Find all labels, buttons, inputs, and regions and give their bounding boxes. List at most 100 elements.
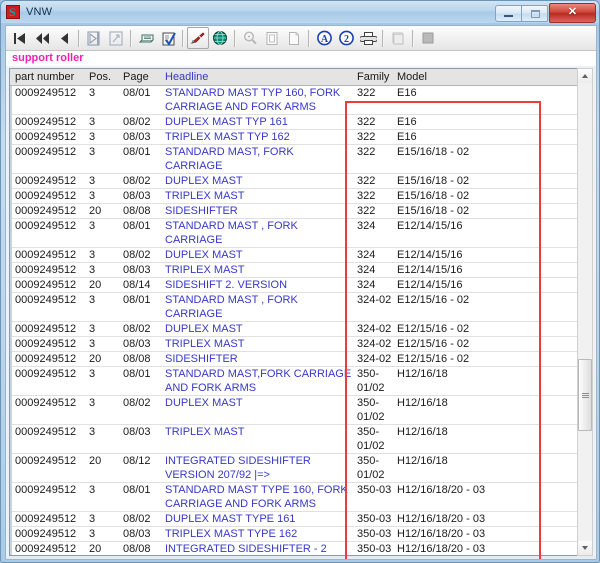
table-row[interactable]: 0009249512308/01STANDARD MAST , FORK CAR… bbox=[10, 219, 592, 248]
column-header-part-number[interactable]: part number bbox=[10, 69, 84, 85]
table-row[interactable]: 00092495122008/08INTEGRATED SIDESHIFTER … bbox=[10, 542, 592, 555]
table-row[interactable]: 00092495122008/12INTEGRATED SIDESHIFTERV… bbox=[10, 454, 592, 483]
table-row[interactable]: 0009249512308/01STANDARD MAST TYPE 160, … bbox=[10, 483, 592, 512]
table-row[interactable]: 0009249512308/01STANDARD MAST TYP 160, F… bbox=[10, 86, 592, 115]
globe-icon[interactable] bbox=[209, 27, 231, 49]
column-header-model[interactable]: Model bbox=[392, 69, 544, 85]
column-header-page[interactable]: Page bbox=[118, 69, 160, 85]
table-row[interactable]: 0009249512308/01STANDARD MAST , FORK CAR… bbox=[10, 293, 592, 322]
table-row[interactable]: 0009249512308/02DUPLEX MAST350-01/02H12/… bbox=[10, 396, 592, 425]
table-row[interactable]: 0009249512308/02DUPLEX MAST322E15/16/18 … bbox=[10, 174, 592, 189]
table-row[interactable]: 0009249512308/02DUPLEX MAST324E12/14/15/… bbox=[10, 248, 592, 263]
previous-record-icon[interactable] bbox=[53, 27, 75, 49]
cell-family-line1: 322 bbox=[357, 175, 392, 188]
scrollbar-thumb[interactable] bbox=[578, 359, 592, 431]
table-row[interactable]: 0009249512308/03TRIPLEX MAST TYP 162322E… bbox=[10, 130, 592, 145]
book-icon[interactable] bbox=[387, 27, 409, 49]
cell-family-line1: 324 bbox=[357, 220, 392, 234]
table-row[interactable]: 0009249512308/03TRIPLEX MAST322E15/16/18… bbox=[10, 189, 592, 204]
cell-model-line1: E15/16/18 - 02 bbox=[397, 146, 544, 160]
cell-family: 322 bbox=[352, 189, 392, 203]
table-row[interactable]: 0009249512308/01STANDARD MAST, FORK CARR… bbox=[10, 145, 592, 174]
maximize-button[interactable] bbox=[521, 5, 548, 22]
cell-model-line1: E15/16/18 - 02 bbox=[397, 190, 544, 203]
table-row[interactable]: 0009249512308/03TRIPLEX MAST TYPE 162350… bbox=[10, 527, 592, 542]
checklist-icon[interactable] bbox=[157, 27, 179, 49]
table-row[interactable]: 00092495122008/08SIDESHIFTER324-02E12/15… bbox=[10, 352, 592, 367]
cell-part-number-line1: 0009249512 bbox=[15, 131, 84, 144]
table-row[interactable]: 0009249512308/02DUPLEX MAST324-02E12/15/… bbox=[10, 322, 592, 337]
cell-part-number-line1: 0009249512 bbox=[15, 368, 84, 382]
cell-family: 350-01/02 bbox=[352, 396, 392, 424]
cell-pos-line1: 3 bbox=[89, 131, 118, 144]
cell-model: E15/16/18 - 02 bbox=[392, 145, 544, 173]
cell-model-line1: E16 bbox=[397, 116, 544, 129]
cell-pos-line1: 20 bbox=[89, 353, 118, 366]
scroll-down-button[interactable] bbox=[578, 541, 592, 555]
table-row[interactable]: 0009249512308/01STANDARD MAST,FORK CARRI… bbox=[10, 367, 592, 396]
cell-headline-line1: TRIPLEX MAST TYP 162 bbox=[165, 131, 352, 144]
cell-part-number-line1: 0009249512 bbox=[15, 294, 84, 308]
cell-headline: SIDESHIFTER bbox=[160, 204, 352, 218]
first-record-icon[interactable] bbox=[9, 27, 31, 49]
cell-model: H12/16/18/20 - 03 bbox=[392, 483, 544, 511]
svg-text:2: 2 bbox=[344, 34, 349, 45]
cell-page-line1: 08/01 bbox=[123, 146, 160, 160]
cell-part-number-line1: 0009249512 bbox=[15, 175, 84, 188]
cell-headline-line1: TRIPLEX MAST TYPE 162 bbox=[165, 528, 352, 541]
column-header-headline[interactable]: Headline bbox=[160, 69, 352, 85]
last-record-icon[interactable] bbox=[105, 27, 127, 49]
print-icon[interactable] bbox=[357, 27, 379, 49]
zoom-icon[interactable] bbox=[239, 27, 261, 49]
close-button[interactable] bbox=[549, 3, 596, 23]
bookmark-icon[interactable] bbox=[187, 27, 209, 49]
cell-family-line2: 01/02 bbox=[357, 382, 392, 395]
annotate-2-icon[interactable]: 2 bbox=[335, 27, 357, 49]
cell-pos-line1: 20 bbox=[89, 205, 118, 218]
grid-body[interactable]: 0009249512308/01STANDARD MAST TYP 160, F… bbox=[10, 86, 592, 555]
cell-model: E16 bbox=[392, 86, 544, 114]
column-header-family[interactable]: Family bbox=[352, 69, 392, 85]
vertical-scrollbar[interactable] bbox=[577, 68, 593, 556]
table-row[interactable]: 0009249512308/03TRIPLEX MAST350-01/02H12… bbox=[10, 425, 592, 454]
cell-pos: 3 bbox=[84, 219, 118, 247]
stop-icon[interactable] bbox=[417, 27, 439, 49]
table-row[interactable]: 00092495122008/14SIDESHIFT 2. VERSION324… bbox=[10, 278, 592, 293]
cell-part-number-line1: 0009249512 bbox=[15, 528, 84, 541]
column-header-pos[interactable]: Pos. bbox=[84, 69, 118, 85]
scroll-up-button[interactable] bbox=[578, 69, 592, 83]
minimize-button[interactable] bbox=[495, 5, 522, 22]
table-row[interactable]: 0009249512308/03TRIPLEX MAST324E12/14/15… bbox=[10, 263, 592, 278]
table-row[interactable]: 0009249512308/02DUPLEX MAST TYPE 161350-… bbox=[10, 512, 592, 527]
cell-page: 08/01 bbox=[118, 367, 160, 395]
annotate-a-icon[interactable]: A bbox=[313, 27, 335, 49]
cell-part-number-line1: 0009249512 bbox=[15, 455, 84, 469]
next-record-icon[interactable] bbox=[83, 27, 105, 49]
cell-model: H12/16/18/20 - 03 bbox=[392, 542, 544, 555]
table-row[interactable]: 0009249512308/03TRIPLEX MAST324-02E12/15… bbox=[10, 337, 592, 352]
new-page-icon[interactable] bbox=[283, 27, 305, 49]
cell-part-number: 0009249512 bbox=[10, 293, 84, 321]
list-view-icon[interactable] bbox=[135, 27, 157, 49]
cell-model-line1: E15/16/18 - 02 bbox=[397, 205, 544, 218]
cell-pos: 3 bbox=[84, 396, 118, 424]
cell-headline: STANDARD MAST,FORK CARRIAGEAND FORK ARMS bbox=[160, 367, 352, 395]
cell-family: 324 bbox=[352, 278, 392, 292]
cell-model-line1: H12/16/18 bbox=[397, 426, 544, 440]
table-row[interactable]: 00092495122008/08SIDESHIFTER322E15/16/18… bbox=[10, 204, 592, 219]
cell-pos-line1: 3 bbox=[89, 146, 118, 160]
fast-rewind-icon[interactable] bbox=[31, 27, 53, 49]
cell-family: 324-02 bbox=[352, 352, 392, 366]
copy-page-icon[interactable] bbox=[261, 27, 283, 49]
cell-headline: DUPLEX MAST bbox=[160, 322, 352, 336]
cell-pos: 3 bbox=[84, 337, 118, 351]
cell-model: H12/16/18 bbox=[392, 367, 544, 395]
cell-part-number: 0009249512 bbox=[10, 512, 84, 526]
cell-family: 322 bbox=[352, 86, 392, 114]
cell-headline-line1: INTEGRATED SIDESHIFTER bbox=[165, 455, 352, 469]
cell-page-line1: 08/03 bbox=[123, 264, 160, 277]
cell-family-line1: 324-02 bbox=[357, 353, 392, 366]
table-row[interactable]: 0009249512308/02DUPLEX MAST TYP 161322E1… bbox=[10, 115, 592, 130]
cell-family-line1: 350-03 bbox=[357, 513, 392, 526]
cell-part-number: 0009249512 bbox=[10, 483, 84, 511]
